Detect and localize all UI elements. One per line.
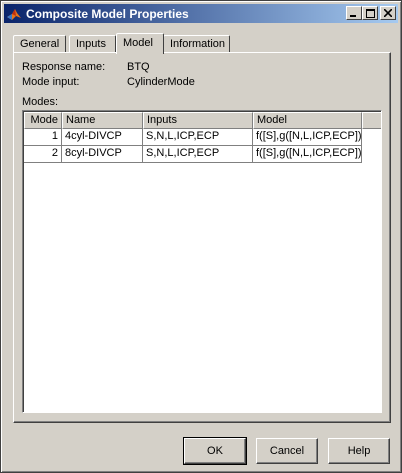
column-header-model[interactable]: Model bbox=[253, 112, 362, 129]
modes-label: Modes: bbox=[22, 96, 59, 108]
cell-model[interactable]: f([S],g([N,L,ICP,ECP])) bbox=[253, 146, 362, 163]
column-header-blank bbox=[362, 112, 381, 129]
tab-general[interactable]: General bbox=[13, 35, 66, 53]
response-name-label: Response name: bbox=[22, 61, 106, 73]
maximize-button[interactable] bbox=[362, 6, 378, 20]
table-row[interactable]: 2 8cyl-DIVCP S,N,L,ICP,ECP f([S],g([N,L,… bbox=[24, 146, 362, 163]
table-row[interactable]: 1 4cyl-DIVCP S,N,L,ICP,ECP f([S],g([N,L,… bbox=[24, 129, 362, 146]
tab-model[interactable]: Model bbox=[116, 33, 164, 54]
cell-inputs[interactable]: S,N,L,ICP,ECP bbox=[143, 146, 253, 163]
minimize-icon bbox=[350, 15, 356, 17]
ok-button[interactable]: OK bbox=[183, 437, 247, 465]
close-icon bbox=[384, 9, 392, 17]
response-name-value: BTQ bbox=[127, 61, 150, 73]
modes-table[interactable]: Mode Name Inputs Model 1 4cyl-DIVCP S,N,… bbox=[22, 110, 382, 413]
mode-input-value: CylinderMode bbox=[127, 76, 195, 88]
dialog-window: Composite Model Properties General Input… bbox=[0, 0, 402, 473]
matlab-logo-icon bbox=[7, 8, 21, 20]
cell-inputs[interactable]: S,N,L,ICP,ECP bbox=[143, 129, 253, 146]
close-button[interactable] bbox=[380, 6, 396, 20]
cancel-button[interactable]: Cancel bbox=[256, 438, 318, 464]
title-bar[interactable]: Composite Model Properties bbox=[4, 4, 398, 23]
column-header-name[interactable]: Name bbox=[62, 112, 143, 129]
cell-name[interactable]: 8cyl-DIVCP bbox=[62, 146, 143, 163]
cell-model[interactable]: f([S],g([N,L,ICP,ECP])) bbox=[253, 129, 362, 146]
mode-input-label: Mode input: bbox=[22, 76, 80, 88]
column-header-inputs[interactable]: Inputs bbox=[143, 112, 253, 129]
tab-inputs[interactable]: Inputs bbox=[69, 35, 116, 53]
tab-information[interactable]: Information bbox=[163, 35, 230, 53]
maximize-icon bbox=[365, 8, 375, 18]
cell-mode[interactable]: 2 bbox=[24, 146, 62, 163]
help-button[interactable]: Help bbox=[328, 438, 390, 464]
window-title: Composite Model Properties bbox=[26, 6, 189, 21]
cell-name[interactable]: 4cyl-DIVCP bbox=[62, 129, 143, 146]
cell-mode[interactable]: 1 bbox=[24, 129, 62, 146]
table-header: Mode Name Inputs Model bbox=[24, 112, 381, 129]
column-header-mode[interactable]: Mode bbox=[24, 112, 62, 129]
minimize-button[interactable] bbox=[346, 6, 362, 20]
